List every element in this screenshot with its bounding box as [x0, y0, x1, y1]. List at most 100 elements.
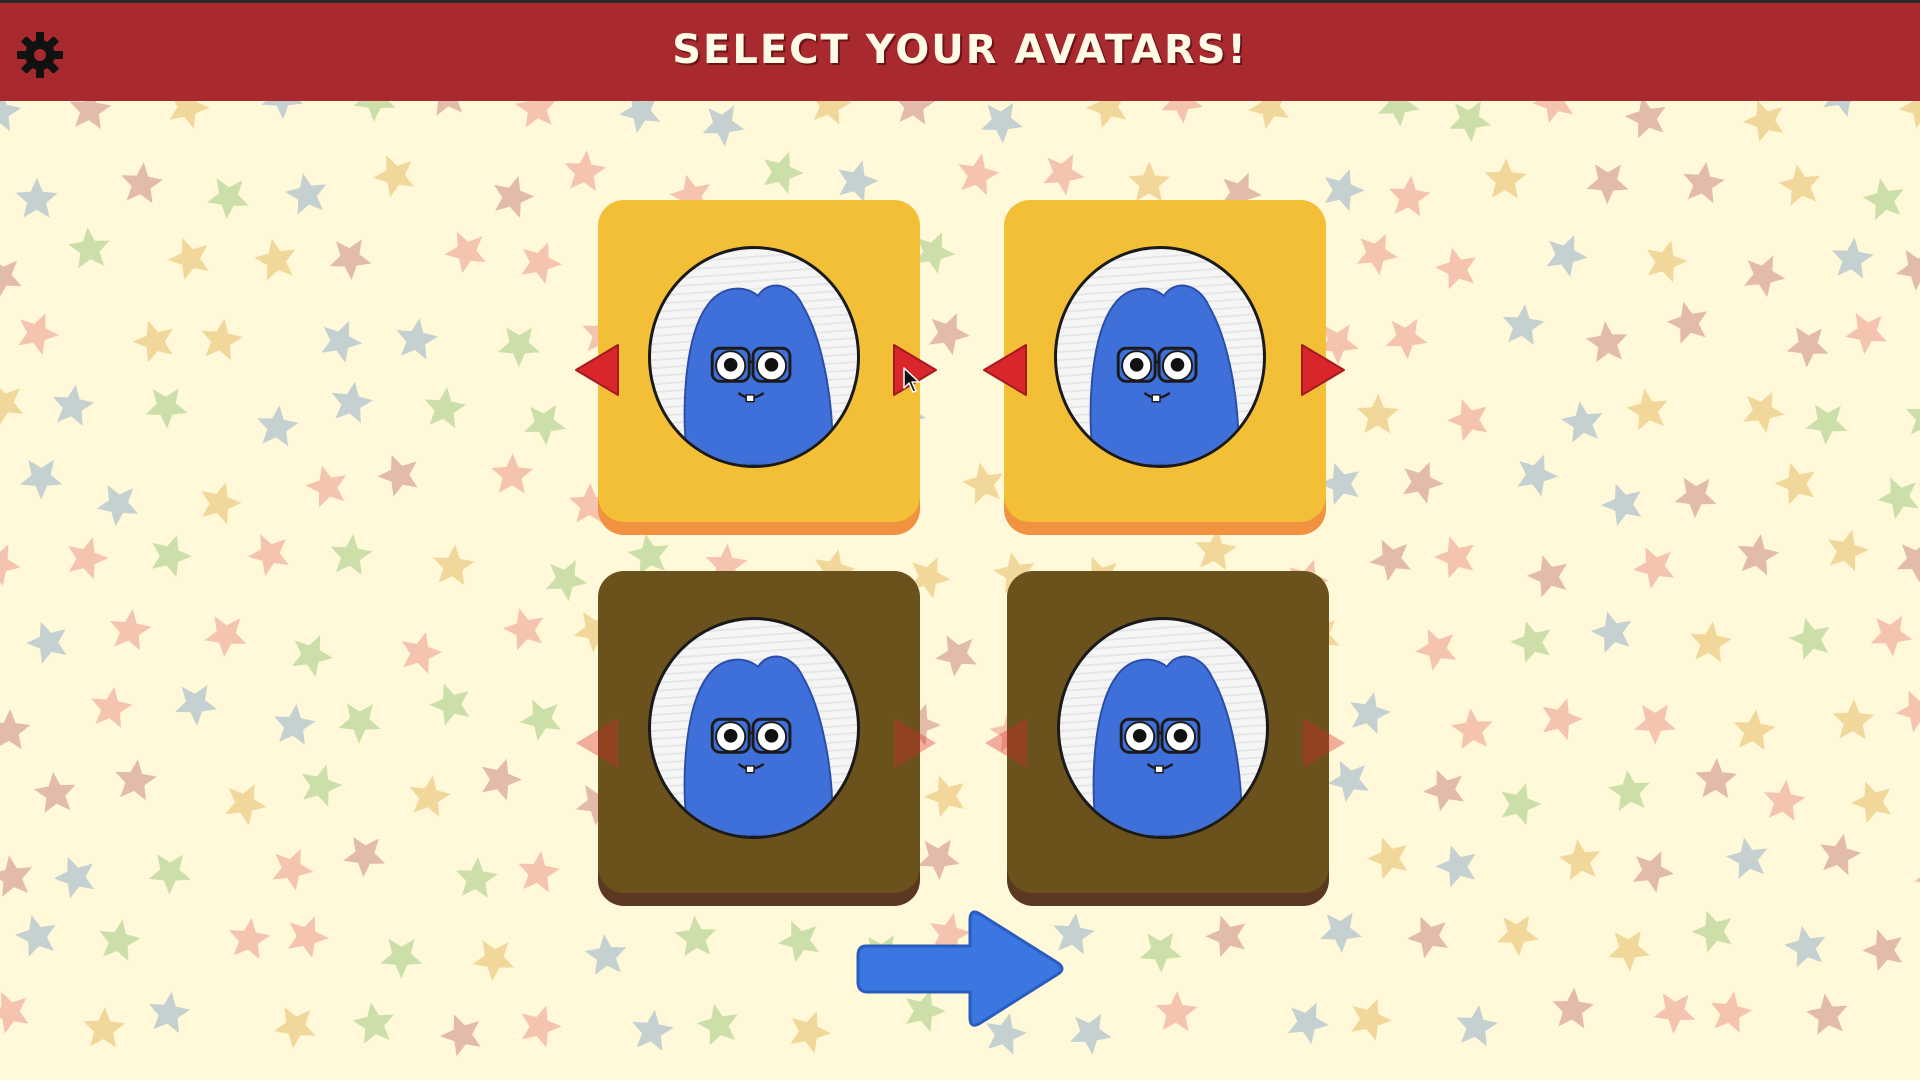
star-icon: [175, 685, 217, 726]
star-icon: [1850, 781, 1892, 824]
star-icon: [564, 150, 607, 192]
star-icon: [1070, 1013, 1112, 1055]
star-icon: [373, 155, 414, 198]
star-icon: [1517, 454, 1558, 497]
card-4-next-button[interactable]: [1301, 714, 1349, 772]
avatar-slot-1[interactable]: [598, 200, 920, 522]
star-icon: [409, 775, 451, 817]
triangle-left-icon: [983, 344, 1027, 396]
star-icon: [429, 683, 470, 726]
star-icon: [68, 227, 110, 269]
star-icon: [1356, 234, 1398, 276]
card-2-next-button[interactable]: [1300, 341, 1348, 399]
star-icon: [1287, 1002, 1329, 1045]
next-button[interactable]: [852, 906, 1068, 1032]
star-icon: [401, 632, 443, 674]
card-2-prev-button[interactable]: [980, 341, 1028, 399]
arrow-right-icon: [856, 910, 1064, 1027]
star-icon: [0, 855, 32, 897]
star-icon: [424, 387, 467, 429]
star-icon: [1774, 462, 1815, 505]
star-icon: [0, 388, 24, 425]
star-icon: [257, 405, 299, 447]
star-icon: [502, 608, 544, 651]
star-icon: [343, 836, 386, 878]
star-icon: [1367, 837, 1408, 880]
star-icon: [380, 938, 423, 979]
card-3-prev-button[interactable]: [572, 714, 620, 772]
star-icon: [1601, 483, 1642, 526]
star-icon: [0, 260, 22, 297]
star-icon: [1862, 178, 1904, 220]
star-icon: [1546, 235, 1588, 277]
star-icon: [1608, 770, 1650, 811]
avatar-slot-3[interactable]: [598, 571, 920, 893]
star-icon: [1691, 910, 1732, 953]
star-icon: [52, 384, 95, 426]
card-3-next-button[interactable]: [892, 714, 940, 772]
star-icon: [1433, 536, 1474, 579]
star-icon: [444, 231, 486, 274]
star-icon: [0, 991, 29, 1034]
star-icon: [627, 533, 669, 576]
star-icon: [1870, 615, 1913, 657]
star-icon: [145, 388, 188, 429]
card-1-prev-button[interactable]: [572, 341, 620, 399]
star-icon: [696, 1003, 738, 1046]
triangle-right-icon: [894, 718, 936, 768]
star-icon: [1369, 539, 1411, 582]
star-icon: [1608, 931, 1650, 972]
star-icon: [91, 686, 133, 728]
star-icon: [1542, 698, 1583, 741]
star-icon: [121, 162, 163, 204]
star-icon: [272, 849, 314, 891]
star-icon: [981, 102, 1023, 144]
star-icon: [962, 462, 1004, 505]
star-icon: [524, 404, 566, 446]
star-icon: [15, 915, 56, 957]
avatar-slot-2[interactable]: [1004, 200, 1326, 522]
triangle-left-icon: [985, 718, 1027, 768]
star-icon: [1784, 925, 1826, 968]
avatar-portrait: [648, 246, 860, 468]
star-icon: [377, 454, 418, 497]
star-icon: [1832, 237, 1874, 279]
mouse-cursor-icon: [903, 367, 920, 393]
star-icon: [330, 534, 373, 575]
star-icon: [1043, 154, 1085, 196]
star-icon: [1195, 529, 1237, 571]
avatar-slot-4[interactable]: [1007, 571, 1329, 893]
star-icon: [273, 1007, 316, 1049]
star-icon: [285, 173, 327, 215]
star-icon: [0, 709, 31, 750]
star-icon: [247, 534, 289, 576]
star-icon: [302, 764, 343, 807]
star-icon: [1435, 845, 1476, 888]
star-icon: [1501, 783, 1542, 826]
star-icon: [321, 321, 363, 363]
star-icon: [521, 242, 562, 285]
star-icon: [1558, 839, 1601, 881]
star-icon: [1778, 164, 1820, 206]
star-icon: [352, 1002, 394, 1044]
star-icon: [1905, 408, 1920, 435]
star-icon: [68, 537, 109, 580]
star-icon: [99, 919, 141, 961]
card-4-prev-button[interactable]: [981, 714, 1029, 772]
star-icon: [440, 1014, 481, 1057]
star-icon: [1510, 621, 1551, 663]
star-icon: [1743, 391, 1785, 434]
star-icon: [1526, 555, 1567, 598]
star-icon: [1128, 161, 1171, 202]
triangle-right-icon: [1303, 718, 1345, 768]
star-icon: [83, 1007, 125, 1048]
avatar-portrait: [1057, 617, 1269, 839]
star-icon: [1733, 709, 1776, 751]
star-icon: [519, 699, 561, 741]
star-icon: [1726, 837, 1768, 879]
star-icon: [229, 917, 271, 959]
star-icon: [18, 313, 59, 355]
star-icon: [1862, 929, 1903, 972]
star-icon: [331, 381, 374, 424]
star-icon: [26, 621, 67, 664]
